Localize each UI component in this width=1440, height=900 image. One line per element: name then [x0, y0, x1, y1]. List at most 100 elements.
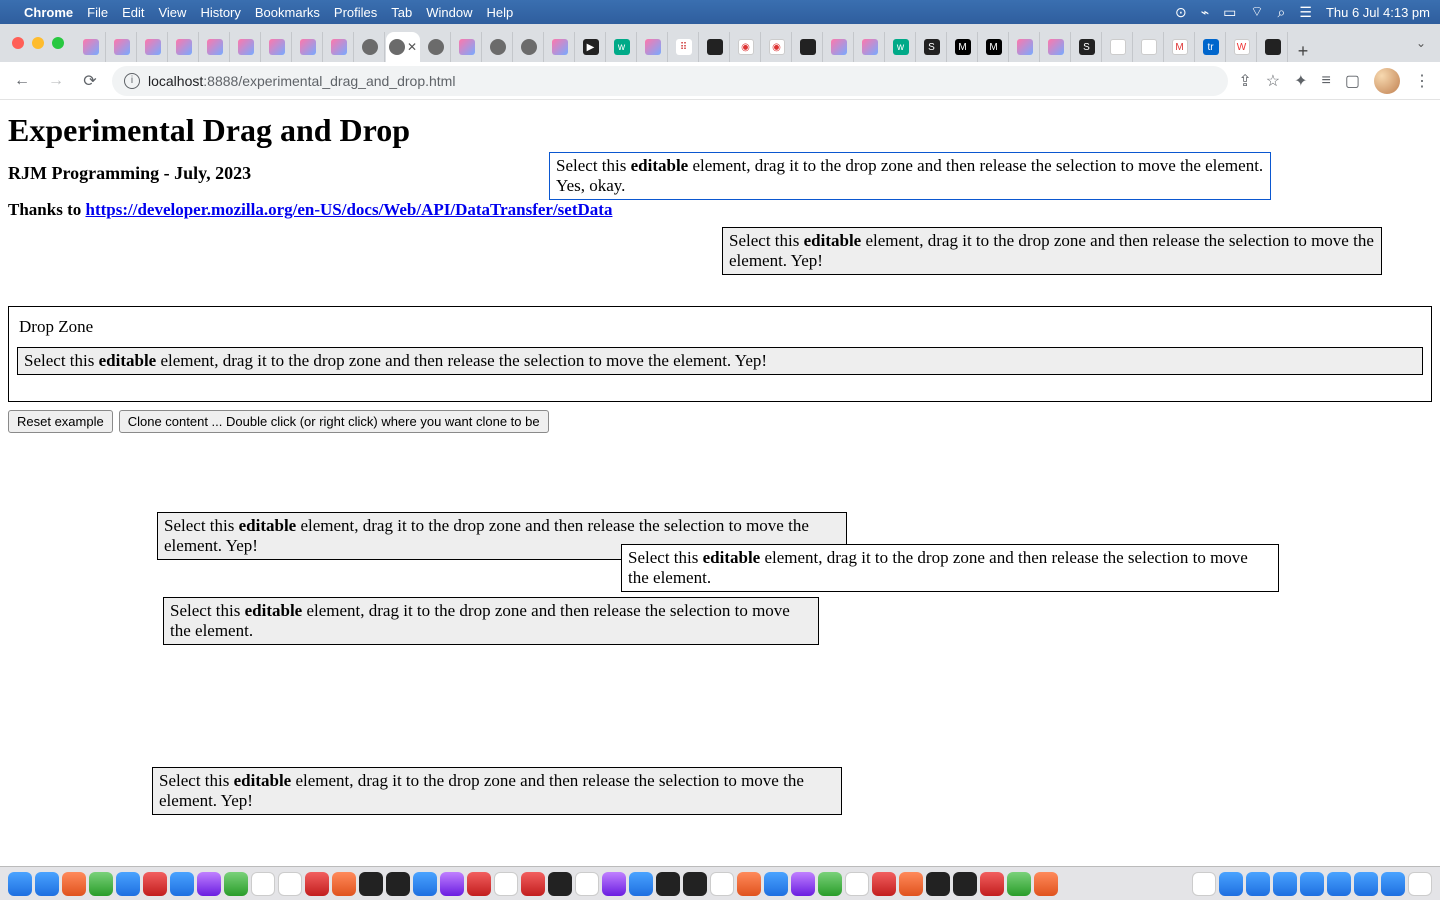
dock-app-icon[interactable] [791, 872, 815, 896]
dock-app-icon[interactable] [926, 872, 950, 896]
dock-app-icon[interactable] [494, 872, 518, 896]
close-window-button[interactable] [12, 37, 24, 49]
browser-tab[interactable] [107, 32, 137, 62]
menu-window[interactable]: Window [426, 5, 472, 20]
spotlight-icon[interactable]: ⌕ [1278, 4, 1286, 21]
browser-tab[interactable] [324, 32, 354, 62]
reload-button[interactable]: ⟳ [78, 69, 102, 93]
reading-list-icon[interactable]: ≡ [1322, 72, 1331, 90]
browser-tab[interactable]: ⠿ [669, 32, 699, 62]
browser-tab[interactable] [514, 32, 544, 62]
dock-app-icon[interactable] [1354, 872, 1378, 896]
menu-history[interactable]: History [200, 5, 240, 20]
back-button[interactable]: ← [10, 69, 34, 93]
menu-bookmarks[interactable]: Bookmarks [255, 5, 320, 20]
browser-tab[interactable] [138, 32, 168, 62]
dock-app-icon[interactable] [1219, 872, 1243, 896]
browser-tab[interactable]: S [1072, 32, 1102, 62]
browser-tab[interactable]: ◉ [731, 32, 761, 62]
browser-tab[interactable] [231, 32, 261, 62]
browser-tab-active[interactable]: ✕ [386, 32, 420, 62]
dock-app-icon[interactable] [899, 872, 923, 896]
browser-tab[interactable] [262, 32, 292, 62]
browser-tab[interactable]: ✱ [1103, 32, 1133, 62]
chrome-menu-icon[interactable]: ⋮ [1414, 71, 1430, 91]
dock-app-icon[interactable] [8, 872, 32, 896]
browser-tab[interactable]: W [1227, 32, 1257, 62]
browser-tab[interactable]: M [948, 32, 978, 62]
address-bar[interactable]: i localhost:8888/experimental_drag_and_d… [112, 66, 1228, 96]
browser-tab[interactable]: M [1165, 32, 1195, 62]
dock-app-icon[interactable] [224, 872, 248, 896]
editable-box[interactable]: Select this editable element, drag it to… [549, 152, 1271, 200]
dock-app-icon[interactable] [467, 872, 491, 896]
editable-box[interactable]: Select this editable element, drag it to… [621, 544, 1279, 592]
dock-app-icon[interactable] [764, 872, 788, 896]
dock-app-icon[interactable] [953, 872, 977, 896]
menu-file[interactable]: File [87, 5, 108, 20]
dock-app-icon[interactable] [413, 872, 437, 896]
profile-avatar[interactable] [1374, 68, 1400, 94]
dock-app-icon[interactable] [35, 872, 59, 896]
dock-app-icon[interactable] [386, 872, 410, 896]
dock-app-icon[interactable] [521, 872, 545, 896]
dock-app-icon[interactable] [278, 872, 302, 896]
dock-app-icon[interactable] [1273, 872, 1297, 896]
dock-app-icon[interactable] [845, 872, 869, 896]
dock-app-icon[interactable] [872, 872, 896, 896]
site-info-icon[interactable]: i [124, 73, 140, 89]
dock-app-icon[interactable] [1192, 872, 1216, 896]
browser-tab[interactable]: w [607, 32, 637, 62]
side-panel-icon[interactable]: ▢ [1345, 71, 1360, 91]
dock-app-icon[interactable] [1300, 872, 1324, 896]
browser-tab[interactable] [200, 32, 230, 62]
browser-tab[interactable] [824, 32, 854, 62]
browser-tab[interactable] [545, 32, 575, 62]
browser-tab[interactable] [638, 32, 668, 62]
dock-app-icon[interactable] [143, 872, 167, 896]
browser-tab[interactable] [855, 32, 885, 62]
bookmark-star-icon[interactable]: ☆ [1266, 71, 1280, 91]
share-icon[interactable]: ⇪ [1238, 71, 1251, 91]
dock-app-icon[interactable] [305, 872, 329, 896]
browser-tab[interactable]: w [886, 32, 916, 62]
drop-zone[interactable]: Drop Zone Select this editable element, … [8, 306, 1432, 402]
dock-trash-icon[interactable] [1408, 872, 1432, 896]
dock-app-icon[interactable] [1381, 872, 1405, 896]
dock-app-icon[interactable] [1007, 872, 1031, 896]
browser-tab[interactable] [169, 32, 199, 62]
browser-tab[interactable] [700, 32, 730, 62]
dock-app-icon[interactable] [170, 872, 194, 896]
menu-tab[interactable]: Tab [391, 5, 412, 20]
tab-overflow-icon[interactable]: ⌄ [1416, 36, 1432, 50]
dock-app-icon[interactable] [251, 872, 275, 896]
dock-app-icon[interactable] [197, 872, 221, 896]
bluetooth-icon[interactable]: ⌁ [1201, 4, 1209, 21]
dock-app-icon[interactable] [89, 872, 113, 896]
wifi-icon[interactable]: ⌔ [1250, 3, 1263, 21]
browser-tab[interactable]: S [917, 32, 947, 62]
browser-tab[interactable] [483, 32, 513, 62]
browser-tab[interactable]: ◉ [762, 32, 792, 62]
record-icon[interactable]: ⊙ [1175, 4, 1187, 21]
browser-tab[interactable] [293, 32, 323, 62]
browser-tab[interactable]: M [979, 32, 1009, 62]
new-tab-button[interactable]: + [1289, 41, 1317, 62]
dock-app-icon[interactable] [656, 872, 680, 896]
app-name[interactable]: Chrome [24, 5, 73, 20]
dock-app-icon[interactable] [116, 872, 140, 896]
browser-tab[interactable] [1010, 32, 1040, 62]
dock-app-icon[interactable] [62, 872, 86, 896]
dock-app-icon[interactable] [629, 872, 653, 896]
browser-tab[interactable]: ✱ [1134, 32, 1164, 62]
control-center-icon[interactable]: ☰ [1299, 4, 1312, 21]
browser-tab[interactable] [76, 32, 106, 62]
minimize-window-button[interactable] [32, 37, 44, 49]
forward-button[interactable]: → [44, 69, 68, 93]
editable-box[interactable]: Select this editable element, drag it to… [722, 227, 1382, 275]
dock-app-icon[interactable] [710, 872, 734, 896]
browser-tab[interactable] [1041, 32, 1071, 62]
dock-app-icon[interactable] [602, 872, 626, 896]
thanks-link[interactable]: https://developer.mozilla.org/en-US/docs… [85, 200, 612, 219]
browser-tab[interactable] [452, 32, 482, 62]
